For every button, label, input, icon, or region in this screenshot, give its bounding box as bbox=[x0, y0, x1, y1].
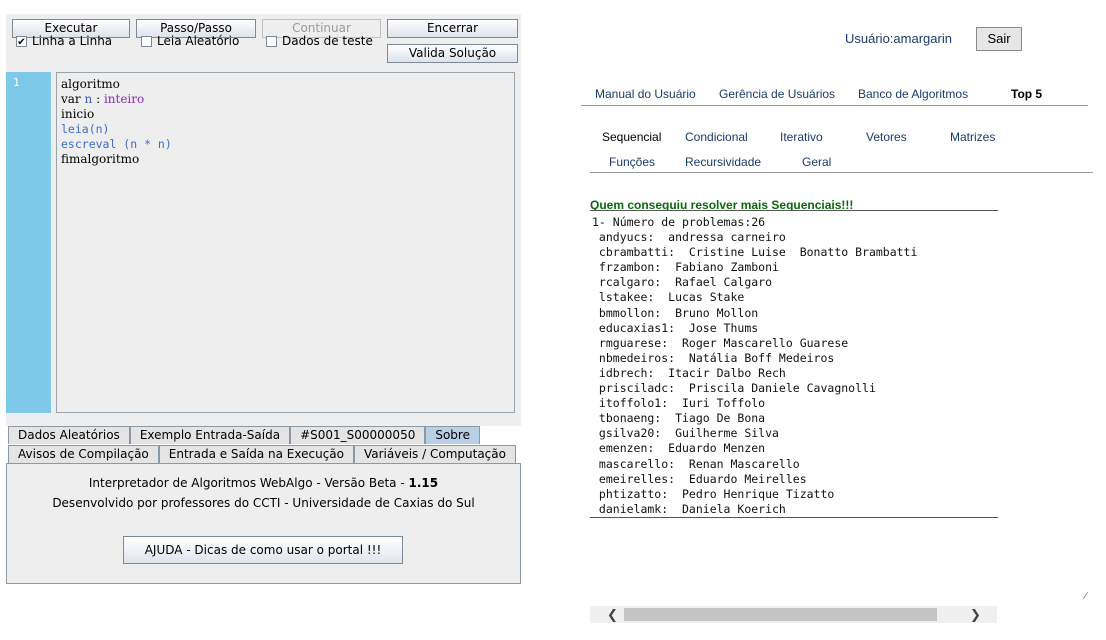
checkbox-unchecked-icon bbox=[141, 35, 152, 47]
ranking-line: itoffolo1: Iuri Toffolo bbox=[592, 396, 766, 411]
ranking-line: andyucs: andressa carneiro bbox=[592, 230, 786, 245]
ranking-line: prisciladc: Priscila Daniele Cavagnolli bbox=[592, 381, 876, 396]
dados-de-teste-checkbox[interactable]: Dados de teste bbox=[266, 33, 373, 49]
code-token: n bbox=[84, 92, 93, 106]
code-line: var n : inteiro bbox=[61, 92, 514, 107]
tab-sobre[interactable]: Sobre bbox=[425, 426, 480, 444]
category-matrizes[interactable]: Matrizes bbox=[950, 130, 995, 144]
ranking-line: phtizatto: Pedro Henrique Tizatto bbox=[592, 486, 835, 501]
code-token: var bbox=[61, 92, 81, 106]
category-funcoes[interactable]: Funções bbox=[609, 155, 655, 169]
category-vetores[interactable]: Vetores bbox=[866, 130, 907, 144]
ranking-line: bmmollon: Bruno Mollon bbox=[592, 305, 759, 320]
code-token: inicio bbox=[61, 107, 95, 121]
code-token: inteiro bbox=[103, 92, 145, 106]
developed-by-text: Desenvolvido por professores do CCTI - U… bbox=[52, 496, 475, 510]
category-condicional[interactable]: Condicional bbox=[685, 130, 748, 144]
tab-problem-id[interactable]: #S001_S00000050 bbox=[290, 426, 426, 444]
ranking-line: educaxias1: Jose Thums bbox=[592, 320, 759, 335]
horizontal-scrollbar[interactable]: ❮ ❯ bbox=[590, 606, 997, 623]
ranking-line: rmguarese: Roger Mascarello Guarese bbox=[592, 335, 849, 350]
tab-exemplo-entrada-saida[interactable]: Exemplo Entrada-Saída bbox=[129, 426, 291, 444]
nav-gerencia-usuarios[interactable]: Gerência de Usuários bbox=[719, 87, 835, 101]
ranking-line: mascarello: Renan Mascarello bbox=[592, 456, 800, 471]
category-iterativo[interactable]: Iterativo bbox=[780, 130, 823, 144]
ranking-line: rcalgaro: Rafael Calgaro bbox=[592, 275, 773, 290]
ranking-textarea[interactable]: 1- Número de problemas:26 andyucs: andre… bbox=[590, 210, 998, 518]
dados-de-teste-label: Dados de teste bbox=[282, 34, 373, 48]
line-number-gutter: 1 bbox=[6, 72, 51, 413]
linha-a-linha-checkbox[interactable]: ✔ Linha a Linha bbox=[16, 33, 112, 49]
tab-variaveis-computacao[interactable]: Variáveis / Computação bbox=[353, 445, 516, 463]
nav-top5[interactable]: Top 5 bbox=[1011, 87, 1042, 101]
scroll-left-icon[interactable]: ❮ bbox=[607, 606, 618, 623]
ranking-line: gsilva20: Guilherme Silva bbox=[592, 426, 779, 441]
sair-button[interactable]: Sair bbox=[976, 27, 1022, 51]
ranking-line: frzambon: Fabiano Zamboni bbox=[592, 260, 779, 275]
leia-aleatorio-checkbox[interactable]: Leia Aleatório bbox=[141, 33, 239, 49]
ranking-line: 1- Número de problemas:26 bbox=[592, 215, 766, 229]
version-number: 1.15 bbox=[408, 476, 439, 490]
code-line: fimalgoritmo bbox=[61, 152, 514, 167]
code-token: leia(n) bbox=[61, 122, 110, 136]
code-line: escreval (n * n) bbox=[61, 137, 514, 152]
about-panel: Interpretador de Algoritmos WebAlgo - Ve… bbox=[6, 463, 521, 584]
ranking-line: cbrambatti: Cristine Luise Bonatto Bramb… bbox=[592, 245, 918, 260]
nav-manual-usuario[interactable]: Manual do Usuário bbox=[595, 87, 696, 101]
code-token: algoritmo bbox=[61, 77, 120, 91]
code-line: leia(n) bbox=[61, 122, 514, 137]
tab-entrada-saida-execucao[interactable]: Entrada e Saída na Execução bbox=[158, 445, 354, 463]
ranking-line: nbmedeiros: Natália Boff Medeiros bbox=[592, 350, 835, 365]
code-line: algoritmo bbox=[61, 77, 514, 92]
ranking-line: emeirelles: Eduardo Meirelles bbox=[592, 471, 807, 486]
tab-row-1: Dados Aleatórios Exemplo Entrada-Saída #… bbox=[8, 426, 480, 444]
ranking-line: idbrech: Itacir Dalbo Rech bbox=[592, 365, 786, 380]
ranking-list: 1- Número de problemas:26 andyucs: andre… bbox=[592, 215, 917, 517]
ranking-line: danielamk: Daniela Koerich bbox=[592, 501, 786, 516]
checkbox-checked-icon: ✔ bbox=[16, 35, 27, 48]
valida-solucao-button[interactable]: Valida Solução bbox=[387, 44, 518, 63]
tab-dados-aleatorios[interactable]: Dados Aleatórios bbox=[8, 426, 130, 444]
scrollbar-thumb[interactable] bbox=[624, 608, 937, 621]
linha-a-linha-label: Linha a Linha bbox=[32, 34, 113, 48]
checkbox-unchecked-icon bbox=[266, 35, 277, 47]
code-token: : bbox=[96, 92, 101, 106]
ranking-line: emenzen: Eduardo Menzen bbox=[592, 441, 766, 456]
line-number: 1 bbox=[13, 76, 20, 89]
scroll-right-icon[interactable]: ❯ bbox=[970, 606, 981, 623]
ajuda-button[interactable]: AJUDA - Dicas de como usar o portal !!! bbox=[123, 536, 403, 564]
ranking-line: tbonaeng: Tiago De Bona bbox=[592, 411, 766, 426]
tab-row-2: Avisos de Compilação Entrada e Saída na … bbox=[8, 445, 516, 463]
category-sequencial[interactable]: Sequencial bbox=[602, 130, 661, 144]
resize-grip-icon[interactable]: ∕ bbox=[1085, 591, 1095, 602]
leia-aleatorio-label: Leia Aleatório bbox=[157, 34, 240, 48]
ranking-line: lstakee: Lucas Stake bbox=[592, 290, 745, 305]
nav-banco-algoritmos[interactable]: Banco de Algoritmos bbox=[858, 87, 968, 101]
code-line: inicio bbox=[61, 107, 514, 122]
category-recursividade[interactable]: Recursividade bbox=[685, 155, 761, 169]
interpreter-name: Interpretador de Algoritmos WebAlgo - Ve… bbox=[88, 476, 409, 490]
code-token: escreval (n * n) bbox=[61, 137, 172, 151]
tab-avisos-compilacao[interactable]: Avisos de Compilação bbox=[8, 445, 159, 463]
category-geral[interactable]: Geral bbox=[802, 155, 831, 169]
code-token: fimalgoritmo bbox=[61, 152, 140, 166]
username-label: Usuário:amargarin bbox=[845, 31, 952, 46]
category-divider bbox=[590, 172, 1093, 173]
code-editor[interactable]: algoritmo var n : inteiro inicio leia(n)… bbox=[56, 72, 515, 413]
encerrar-button[interactable]: Encerrar bbox=[387, 19, 518, 38]
nav-divider bbox=[581, 105, 1088, 106]
interpreter-version-text: Interpretador de Algoritmos WebAlgo - Ve… bbox=[7, 476, 520, 490]
